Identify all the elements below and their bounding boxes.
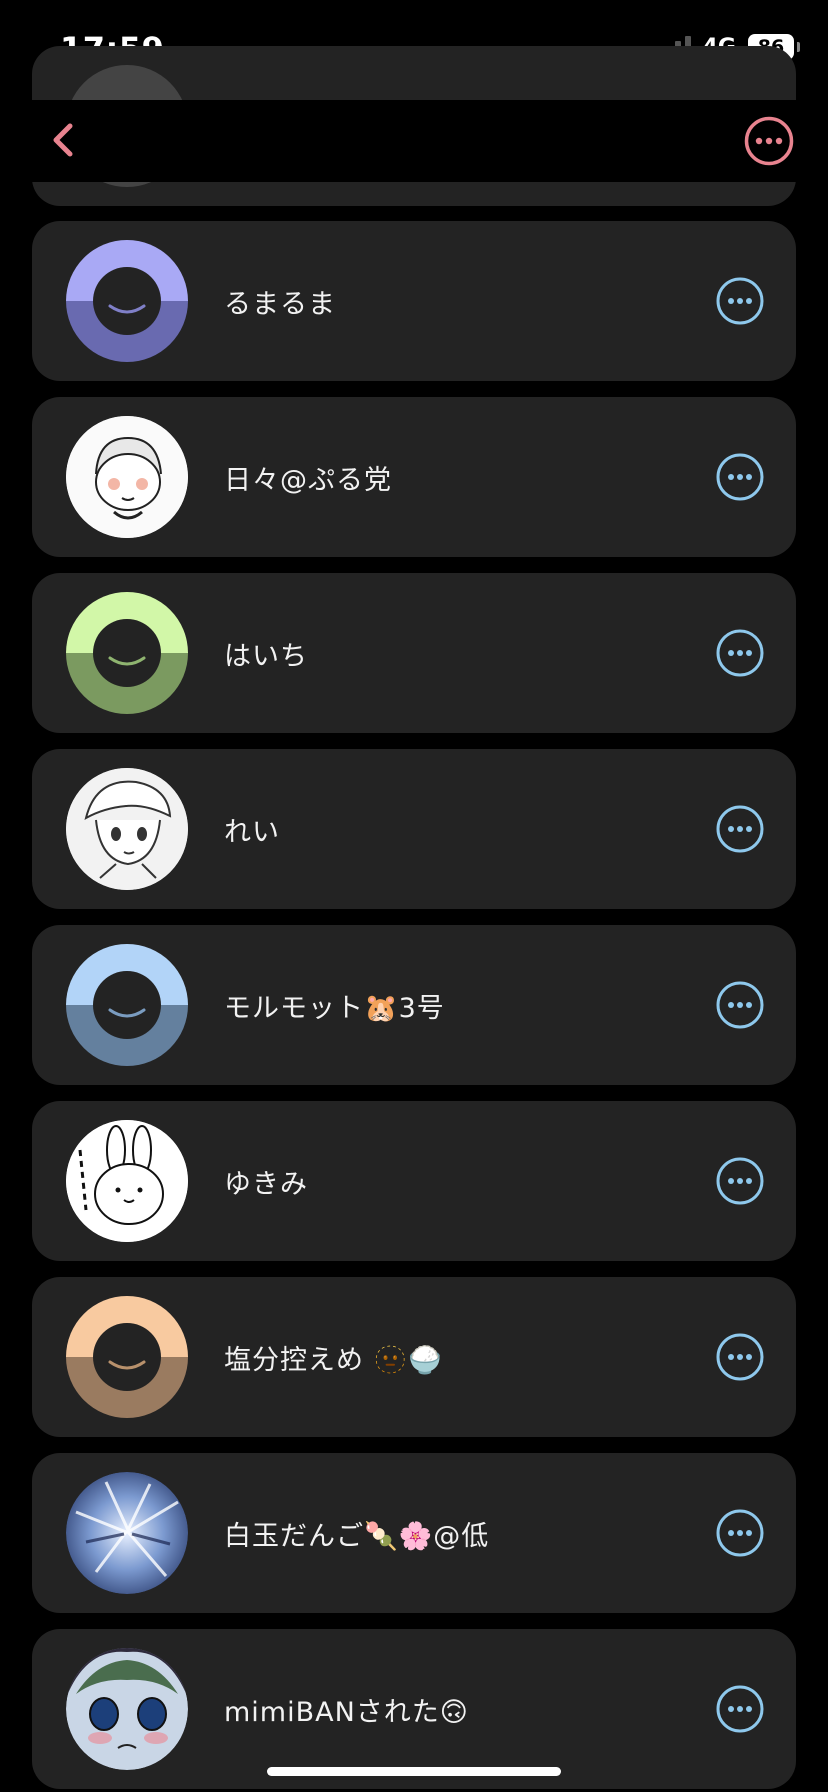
list-item[interactable]: モルモット🐹3号	[32, 925, 796, 1085]
more-options-icon[interactable]	[716, 453, 764, 501]
more-options-icon[interactable]	[716, 1333, 764, 1381]
avatar	[66, 944, 188, 1066]
more-options-icon[interactable]	[716, 1157, 764, 1205]
user-name: ゆきみ	[224, 1168, 308, 1200]
user-name: 白玉だんご🍡🌸@低	[224, 1520, 490, 1552]
list-item[interactable]: るまるま	[32, 221, 796, 381]
list-item[interactable]: はいち	[32, 573, 796, 733]
list-item[interactable]: れい	[32, 749, 796, 909]
list-item[interactable]: ゆきみ	[32, 1101, 796, 1261]
avatar	[66, 1648, 188, 1770]
user-name: mimiBANされた🙃	[224, 1696, 469, 1728]
user-list[interactable]: るまるま 日々@ぷる党 はいち れい モルモット🐹3号 ゆきみ 塩分控えめ 🫥🍚…	[0, 0, 828, 1792]
avatar	[66, 1120, 188, 1242]
user-name: れい	[224, 816, 280, 848]
avatar	[66, 240, 188, 362]
user-name: はいち	[224, 640, 308, 672]
avatar	[66, 1296, 188, 1418]
more-options-icon[interactable]	[716, 1685, 764, 1733]
avatar	[66, 592, 188, 714]
more-options-icon[interactable]	[716, 629, 764, 677]
avatar	[66, 768, 188, 890]
more-options-icon[interactable]	[716, 277, 764, 325]
avatar	[66, 1472, 188, 1594]
user-name: 塩分控えめ 🫥🍚	[224, 1344, 443, 1376]
user-name: るまるま	[224, 288, 336, 320]
user-name: 日々@ぷる党	[224, 464, 392, 496]
navigation-bar	[0, 100, 828, 182]
home-indicator[interactable]	[267, 1767, 561, 1776]
more-options-icon[interactable]	[716, 981, 764, 1029]
list-item[interactable]: mimiBANされた🙃	[32, 1629, 796, 1789]
more-options-icon[interactable]	[716, 805, 764, 853]
more-options-icon[interactable]	[716, 1509, 764, 1557]
avatar	[66, 416, 188, 538]
list-item[interactable]: 塩分控えめ 🫥🍚	[32, 1277, 796, 1437]
list-item[interactable]: 日々@ぷる党	[32, 397, 796, 557]
user-name: モルモット🐹3号	[224, 992, 445, 1024]
chevron-left-icon[interactable]	[44, 118, 84, 162]
list-item[interactable]: 白玉だんご🍡🌸@低	[32, 1453, 796, 1613]
ellipsis-circle-icon[interactable]	[744, 116, 794, 166]
